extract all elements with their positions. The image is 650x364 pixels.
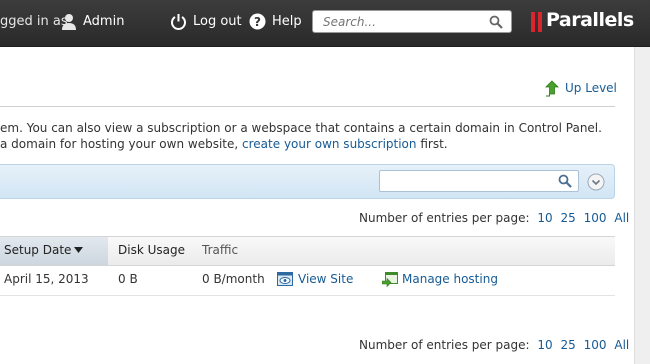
per-page-all[interactable]: All [614, 338, 629, 352]
description-line-2: a domain for hosting your own website, c… [0, 137, 448, 151]
list-search-field[interactable] [379, 170, 579, 192]
column-setup-date-label[interactable]: Setup Date [4, 243, 71, 257]
sort-descending-icon[interactable] [74, 247, 83, 253]
up-level-arrow-icon[interactable] [545, 80, 560, 97]
table-row: April 15, 2013 0 B 0 B/month View Site M… [0, 265, 615, 296]
expand-filter-icon[interactable] [587, 173, 605, 191]
help-icon[interactable]: ? [249, 13, 266, 30]
svg-text:?: ? [254, 15, 261, 29]
cell-traffic: 0 B/month [202, 272, 265, 286]
search-icon[interactable] [489, 15, 503, 29]
global-search-input[interactable] [321, 14, 485, 30]
per-page-100[interactable]: 100 [584, 211, 607, 225]
view-site-icon[interactable] [277, 272, 293, 286]
logo-text: Parallels [546, 9, 634, 31]
entries-per-page-bottom: Number of entries per page: 10 25 100 Al… [359, 338, 629, 352]
global-search-field[interactable] [312, 10, 512, 33]
help-link[interactable]: Help [272, 14, 302, 29]
column-setup-date[interactable]: Setup Date [0, 237, 108, 265]
parallels-logo-bars [531, 12, 542, 32]
search-icon[interactable] [558, 174, 572, 188]
per-page-25[interactable]: 25 [561, 338, 576, 352]
table-header: Setup Date Disk Usage Traffic [0, 236, 615, 266]
user-name[interactable]: Admin [83, 14, 124, 29]
column-traffic: Traffic [202, 243, 239, 257]
up-level-link[interactable]: Up Level [565, 81, 617, 95]
divider [0, 106, 615, 107]
manage-hosting-icon[interactable] [382, 272, 398, 287]
entries-per-page-label: Number of entries per page: [359, 211, 530, 225]
filter-bar [0, 164, 615, 199]
logout-link[interactable]: Log out [193, 14, 242, 29]
vertical-scrollbar[interactable] [634, 47, 650, 364]
manage-hosting-link[interactable]: Manage hosting [402, 272, 498, 286]
view-site-link[interactable]: View Site [298, 272, 353, 286]
cell-disk-usage: 0 B [118, 272, 138, 286]
description-suffix: first. [420, 137, 448, 151]
user-icon [62, 14, 76, 30]
top-bar: gged in as Admin Log out ? Help Parallel… [0, 0, 650, 47]
logged-in-label: gged in as [0, 14, 68, 29]
description-line-1: em. You can also view a subscription or … [0, 121, 602, 135]
per-page-10[interactable]: 10 [537, 211, 552, 225]
per-page-100[interactable]: 100 [584, 338, 607, 352]
create-subscription-link[interactable]: create your own subscription [242, 137, 416, 151]
entries-per-page-label: Number of entries per page: [359, 338, 530, 352]
column-disk-usage[interactable]: Disk Usage [118, 243, 185, 257]
logout-icon[interactable] [170, 13, 187, 30]
per-page-10[interactable]: 10 [537, 338, 552, 352]
per-page-25[interactable]: 25 [561, 211, 576, 225]
cell-setup-date: April 15, 2013 [4, 272, 89, 286]
description-text: a domain for hosting your own website, [0, 137, 239, 151]
per-page-all[interactable]: All [614, 211, 629, 225]
entries-per-page-top: Number of entries per page: 10 25 100 Al… [359, 211, 629, 225]
